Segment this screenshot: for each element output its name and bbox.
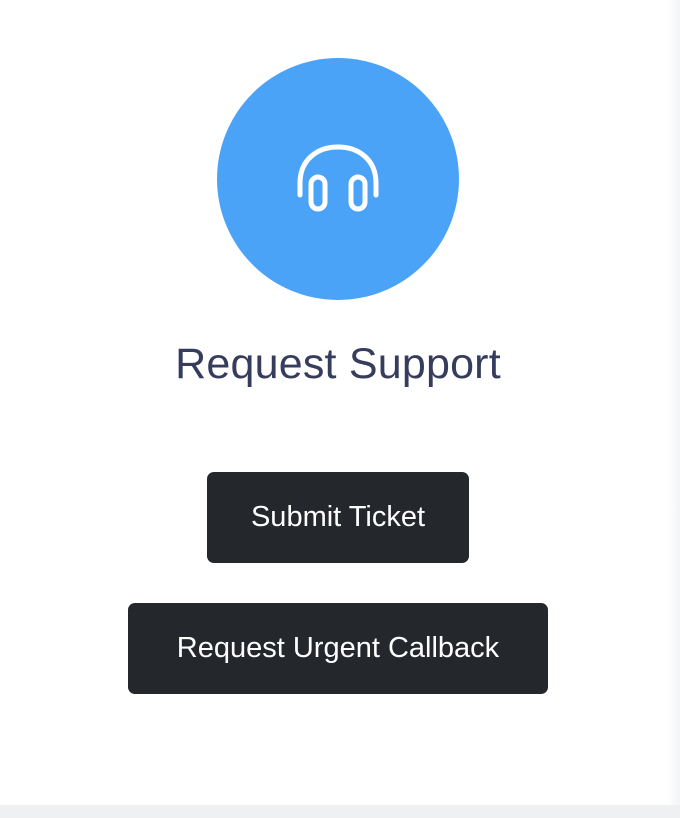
submit-ticket-button[interactable]: Submit Ticket bbox=[207, 472, 469, 563]
support-icon-circle bbox=[217, 58, 459, 300]
card-right-shadow bbox=[668, 0, 680, 805]
request-urgent-callback-label: Request Urgent Callback bbox=[176, 632, 500, 664]
card-bottom-border bbox=[0, 805, 680, 818]
headset-icon bbox=[297, 144, 379, 212]
page-title: Request Support bbox=[175, 340, 501, 388]
support-card: Request Support Submit Ticket Request Ur… bbox=[0, 0, 668, 805]
submit-ticket-label: Submit Ticket bbox=[250, 501, 426, 533]
request-urgent-callback-button[interactable]: Request Urgent Callback bbox=[128, 603, 548, 694]
